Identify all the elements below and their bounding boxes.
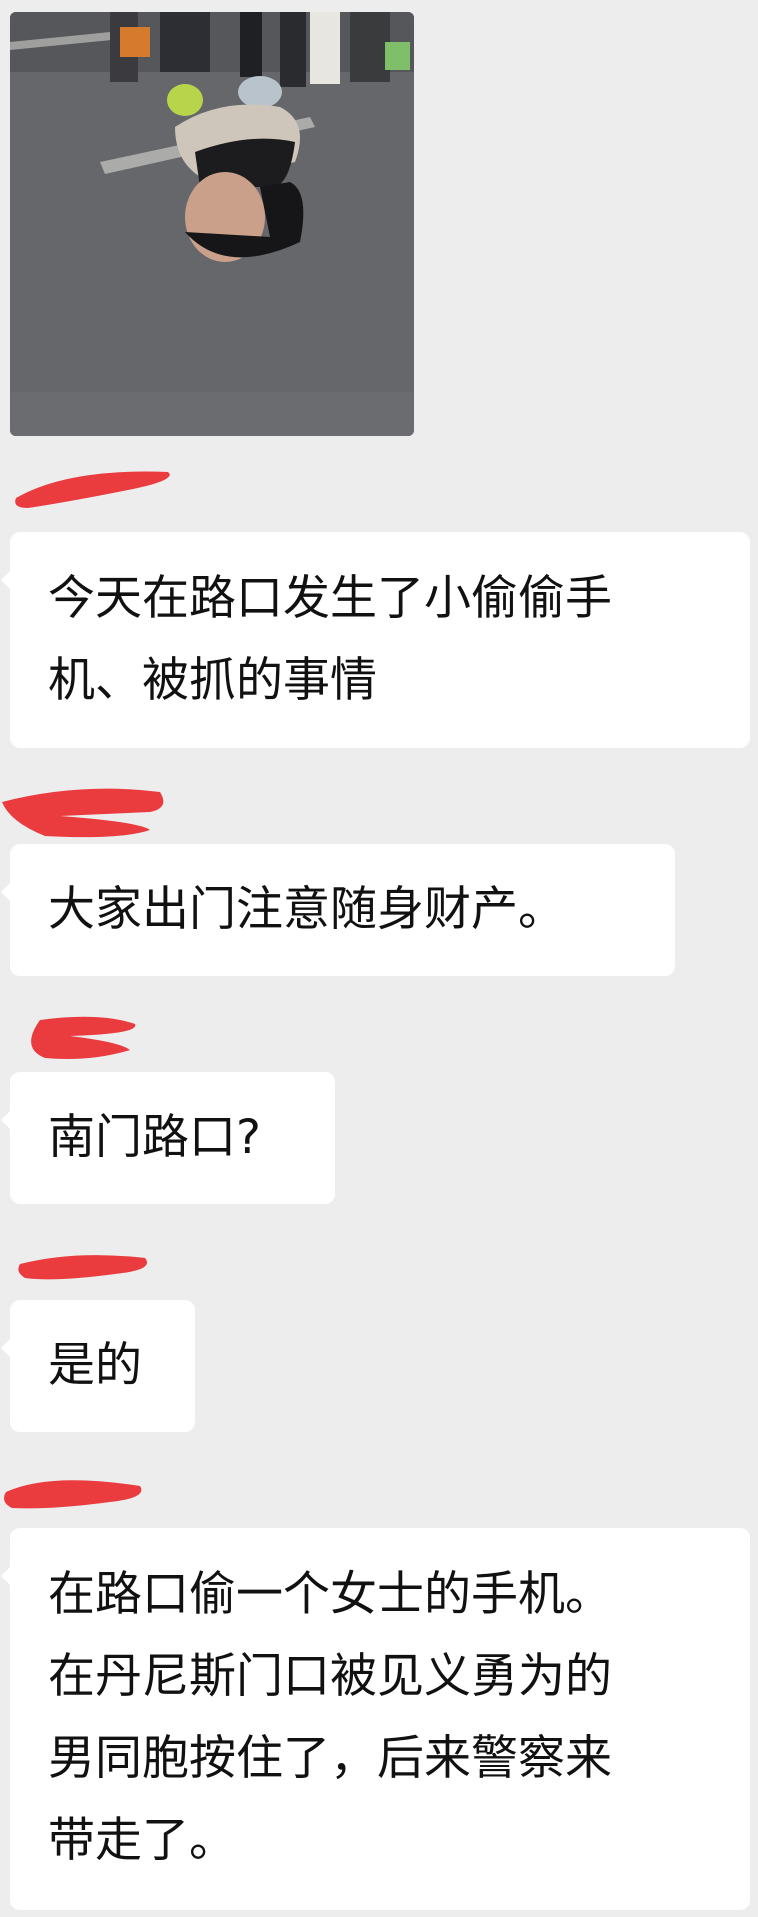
message-text-line: 机、被抓的事情 <box>48 653 377 708</box>
redacted-name-4 <box>15 1248 155 1286</box>
message-bubble[interactable]: 在路口偷一个女士的手机。 在丹尼斯门口被见义勇为的 男同胞按住了，后来警察来 带… <box>1 1528 750 1910</box>
redacted-name-5 <box>0 1468 150 1514</box>
message-text-line: 带走了。 <box>48 1813 236 1868</box>
message-text-line: 男同胞按住了，后来警察来 <box>48 1731 612 1786</box>
photo-message[interactable] <box>10 12 414 436</box>
redacted-name-3 <box>10 1012 145 1064</box>
street-photo-image <box>10 12 414 436</box>
redacted-name-1 <box>8 458 178 518</box>
message-bubble[interactable]: 今天在路口发生了小偷偷手 机、被抓的事情 <box>1 532 750 748</box>
message-text-line: 大家出门注意随身财产。 <box>48 882 565 937</box>
message-text-line: 南门路口? <box>48 1110 261 1165</box>
message-text-line: 在路口偷一个女士的手机。 <box>48 1567 612 1622</box>
redacted-name-2 <box>0 782 170 844</box>
message-text-line: 在丹尼斯门口被见义勇为的 <box>48 1649 612 1704</box>
message-bubble[interactable]: 是的 <box>1 1300 195 1432</box>
message-text-line: 今天在路口发生了小偷偷手 <box>48 571 612 626</box>
message-bubble[interactable]: 南门路口? <box>1 1072 335 1204</box>
message-bubble[interactable]: 大家出门注意随身财产。 <box>1 844 675 976</box>
message-text-line: 是的 <box>48 1338 142 1393</box>
